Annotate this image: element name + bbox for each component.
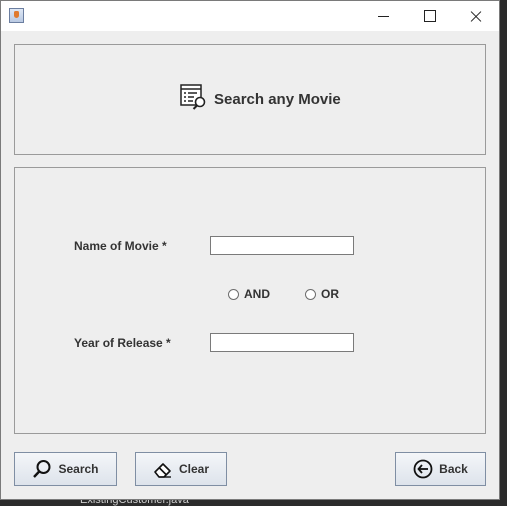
clear-button[interactable]: Clear [135, 452, 227, 486]
year-label: Year of Release * [74, 336, 171, 350]
search-movie-window: Search any Movie Name of Movie * AND OR … [0, 0, 500, 500]
back-button[interactable]: Back [395, 452, 486, 486]
and-radio-label: AND [244, 287, 270, 301]
or-radio-label: OR [321, 287, 339, 301]
minimize-button[interactable] [361, 1, 407, 31]
movie-name-label: Name of Movie * [74, 239, 167, 253]
search-button[interactable]: Search [14, 452, 117, 486]
maximize-button[interactable] [407, 1, 453, 31]
title-bar[interactable] [1, 1, 499, 31]
or-radio-button[interactable] [305, 288, 316, 300]
header-panel: Search any Movie [14, 44, 486, 155]
header-title-text: Search any Movie [214, 90, 341, 108]
eraser-icon [153, 459, 173, 479]
or-radio[interactable]: OR [305, 287, 339, 301]
movie-name-field[interactable] [210, 236, 354, 255]
search-form-panel: Name of Movie * AND OR Year of Release * [14, 167, 486, 434]
back-button-label: Back [439, 462, 468, 476]
magnifier-icon [32, 459, 52, 479]
back-arrow-icon [413, 459, 433, 479]
year-field[interactable] [210, 333, 354, 352]
and-radio-button[interactable] [228, 288, 239, 300]
page-title: Search any Movie [180, 84, 341, 114]
clear-button-label: Clear [178, 462, 210, 476]
search-list-icon [180, 84, 208, 114]
java-app-icon [9, 8, 24, 23]
and-radio[interactable]: AND [228, 287, 270, 301]
close-button[interactable] [453, 1, 499, 31]
search-button-label: Search [58, 462, 99, 476]
